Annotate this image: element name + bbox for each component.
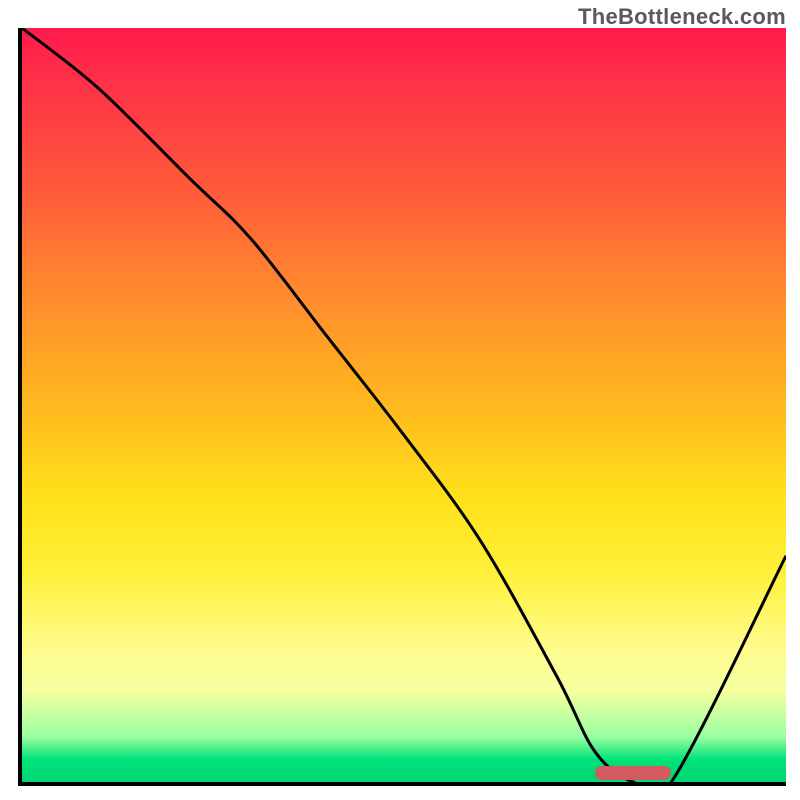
optimal-range-marker	[595, 766, 671, 780]
watermark-text: TheBottleneck.com	[578, 4, 786, 30]
bottleneck-curve	[22, 28, 786, 782]
chart-container: TheBottleneck.com	[0, 0, 800, 800]
plot-area	[18, 28, 786, 786]
curve-path	[22, 28, 786, 782]
